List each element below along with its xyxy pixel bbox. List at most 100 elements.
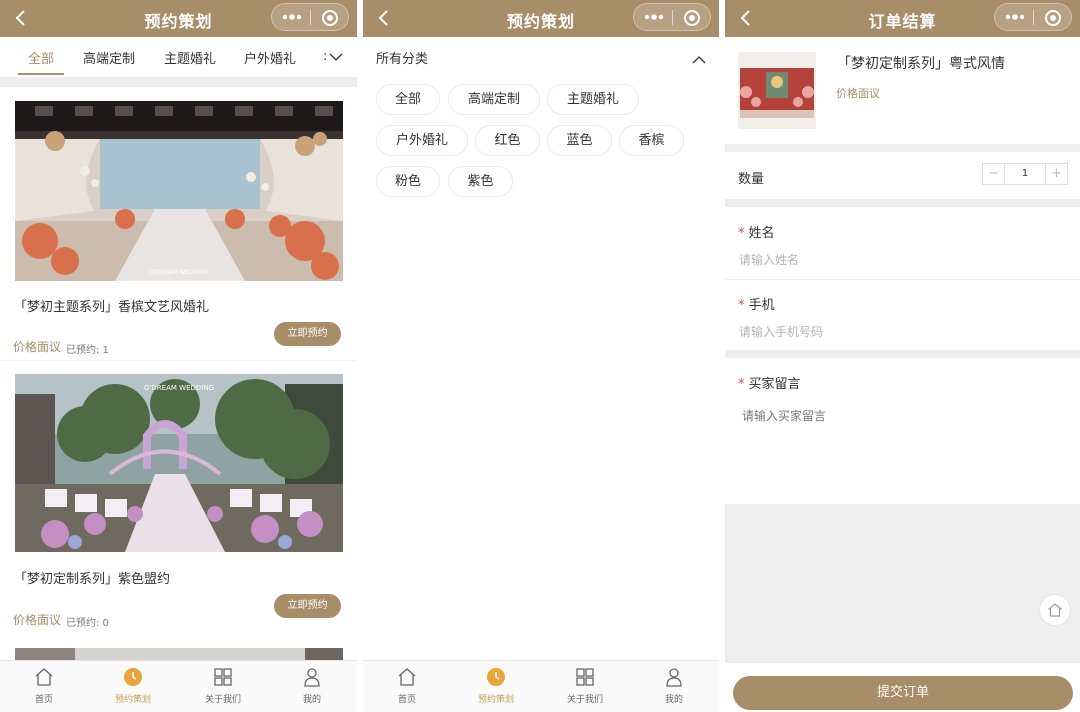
tab-all[interactable]: 全部	[28, 48, 54, 67]
tabbar-label: 预约策划	[114, 695, 151, 705]
tabbar-booking[interactable]: 预约策划	[466, 661, 526, 712]
chip-purple[interactable]: 紫色	[448, 166, 513, 197]
name-input[interactable]	[739, 251, 1059, 269]
target-circle-icon[interactable]	[1044, 9, 1062, 27]
chevron-up-icon[interactable]	[691, 54, 707, 64]
tabbar-booking[interactable]: 预约策划	[103, 661, 163, 712]
category-filter-screen: 预约策划 所有分类 全部 高端定制 主题婚礼 户外婚礼 红色 蓝色 香槟 粉色 …	[363, 0, 719, 712]
tab-more-mark: :	[323, 49, 328, 64]
quantity-row: 数量 − 1 +	[725, 152, 1080, 199]
tab-custom[interactable]: 高端定制	[83, 48, 135, 67]
chip-outdoor[interactable]: 户外婚礼	[376, 125, 468, 156]
tabbar-mine[interactable]: 我的	[282, 661, 342, 712]
bottom-tab-bar: 首页 预约策划 关于我们 我的	[363, 660, 719, 712]
floating-home-button[interactable]	[1039, 594, 1071, 626]
product-price: 价格面议	[836, 87, 880, 100]
required-mark: *	[738, 377, 745, 392]
tabbar-home[interactable]: 首页	[14, 661, 74, 712]
more-dots-icon[interactable]	[282, 11, 302, 23]
booked-count: 已预约: 0	[66, 618, 109, 629]
category-tabs: 全部 高端定制 主题婚礼 户外婚礼 :	[0, 37, 357, 77]
booking-list-screen: 预约策划 全部 高端定制 主题婚礼 户外婚礼 : O'DREAM WEDDING…	[0, 0, 357, 712]
chip-red[interactable]: 红色	[475, 125, 540, 156]
person-icon	[304, 668, 320, 687]
required-mark: *	[738, 226, 745, 241]
more-dots-icon[interactable]	[644, 11, 664, 23]
tabbar-label: 预约策划	[477, 695, 514, 705]
photo-watermark: O'DREAM WEDDING	[144, 384, 214, 392]
quantity-value[interactable]: 1	[1006, 164, 1044, 184]
tabbar-label: 关于我们	[204, 695, 241, 705]
form-divider	[725, 279, 1080, 280]
contact-form: *姓名 *手机	[725, 207, 1080, 350]
tab-theme[interactable]: 主题婚礼	[164, 48, 216, 67]
booked-count: 已预约: 1	[66, 345, 109, 356]
grid-icon	[576, 668, 594, 686]
product-name: 「梦初定制系列」粤式风情	[837, 56, 1005, 72]
tab-outdoor[interactable]: 户外婚礼	[244, 48, 296, 67]
list-item[interactable]: O'DREAM WEDDING 「梦初主题系列」香槟文艺风婚礼 立即预约 价格面…	[0, 87, 357, 360]
product-name: 「梦初定制系列」紫色盟约	[14, 572, 171, 587]
phone-input[interactable]	[739, 323, 1059, 341]
target-circle-icon[interactable]	[321, 9, 339, 27]
quantity-label: 数量	[738, 172, 765, 187]
order-checkout-screen: 订单结算 「梦初定制系列」粤式风情 价格面议 数量 − 1 + * 姓名 请输入…	[725, 0, 1080, 712]
order-product: 「梦初定制系列」粤式风情 价格面议	[725, 37, 1080, 144]
home-icon	[398, 668, 416, 686]
message-label: * 买家留言	[738, 373, 801, 392]
person-icon	[666, 668, 682, 687]
product-thumbnail	[738, 52, 816, 129]
tab-active-indicator	[18, 73, 64, 75]
tabbar-label: 我的	[302, 695, 321, 705]
clock-icon	[124, 668, 142, 686]
decrement-button[interactable]: −	[983, 164, 1005, 184]
name-label: * 姓名	[738, 222, 775, 241]
photo-watermark: O'DREAM WEDDING	[149, 269, 209, 276]
more-dots-icon[interactable]	[1005, 11, 1025, 23]
wedding-photo: O'DREAM WEDDING	[15, 101, 343, 281]
submit-order-button[interactable]: 提交订单	[733, 676, 1073, 710]
message-textarea[interactable]	[742, 407, 1062, 467]
category-section-title: 所有分类	[376, 52, 429, 67]
phone-label: * 手机	[738, 294, 775, 313]
mini-program-capsule	[994, 3, 1072, 31]
book-now-button[interactable]: 立即预约	[274, 594, 341, 618]
grid-icon	[214, 668, 232, 686]
section-gap	[0, 77, 357, 87]
book-now-button[interactable]: 立即预约	[274, 322, 341, 346]
tabbar-mine[interactable]: 我的	[644, 661, 704, 712]
capsule-divider	[1033, 10, 1034, 25]
home-icon	[35, 668, 53, 686]
phone-label-text: 手机	[748, 298, 775, 313]
increment-button[interactable]: +	[1045, 164, 1067, 184]
tabbar-label: 首页	[397, 695, 416, 705]
chip-custom[interactable]: 高端定制	[448, 84, 540, 115]
capsule-divider	[310, 10, 311, 25]
nav-bar: 预约策划	[363, 0, 719, 37]
mini-program-capsule	[633, 3, 711, 31]
message-label-text: 买家留言	[748, 377, 801, 392]
nav-bar: 预约策划	[0, 0, 357, 37]
message-section: * 买家留言	[725, 358, 1080, 504]
nav-bar: 订单结算	[725, 0, 1080, 37]
name-label-text: 姓名	[748, 226, 775, 241]
target-circle-icon[interactable]	[683, 9, 701, 27]
chip-all[interactable]: 全部	[376, 84, 440, 115]
quantity-stepper: − 1 +	[982, 163, 1068, 185]
tabbar-about[interactable]: 关于我们	[555, 661, 615, 712]
chip-champagne[interactable]: 香槟	[619, 125, 684, 156]
clock-icon	[487, 668, 505, 686]
tabbar-about[interactable]: 关于我们	[193, 661, 253, 712]
chip-theme[interactable]: 主题婚礼	[547, 84, 639, 115]
chip-pink[interactable]: 粉色	[376, 166, 440, 197]
chevron-down-icon[interactable]	[328, 49, 344, 65]
chip-blue[interactable]: 蓝色	[547, 125, 612, 156]
mini-program-capsule	[271, 3, 349, 31]
product-name: 「梦初主题系列」香槟文艺风婚礼	[14, 300, 210, 315]
submit-bar: 提交订单	[725, 663, 1080, 712]
list-item[interactable]: O'DREAM WEDDING 「梦初定制系列」紫色盟约 立即预约 价格面议 已…	[0, 361, 357, 633]
required-mark: *	[738, 298, 745, 313]
tabbar-home[interactable]: 首页	[377, 661, 437, 712]
home-icon	[1048, 603, 1062, 617]
tabbar-label: 关于我们	[566, 695, 603, 705]
